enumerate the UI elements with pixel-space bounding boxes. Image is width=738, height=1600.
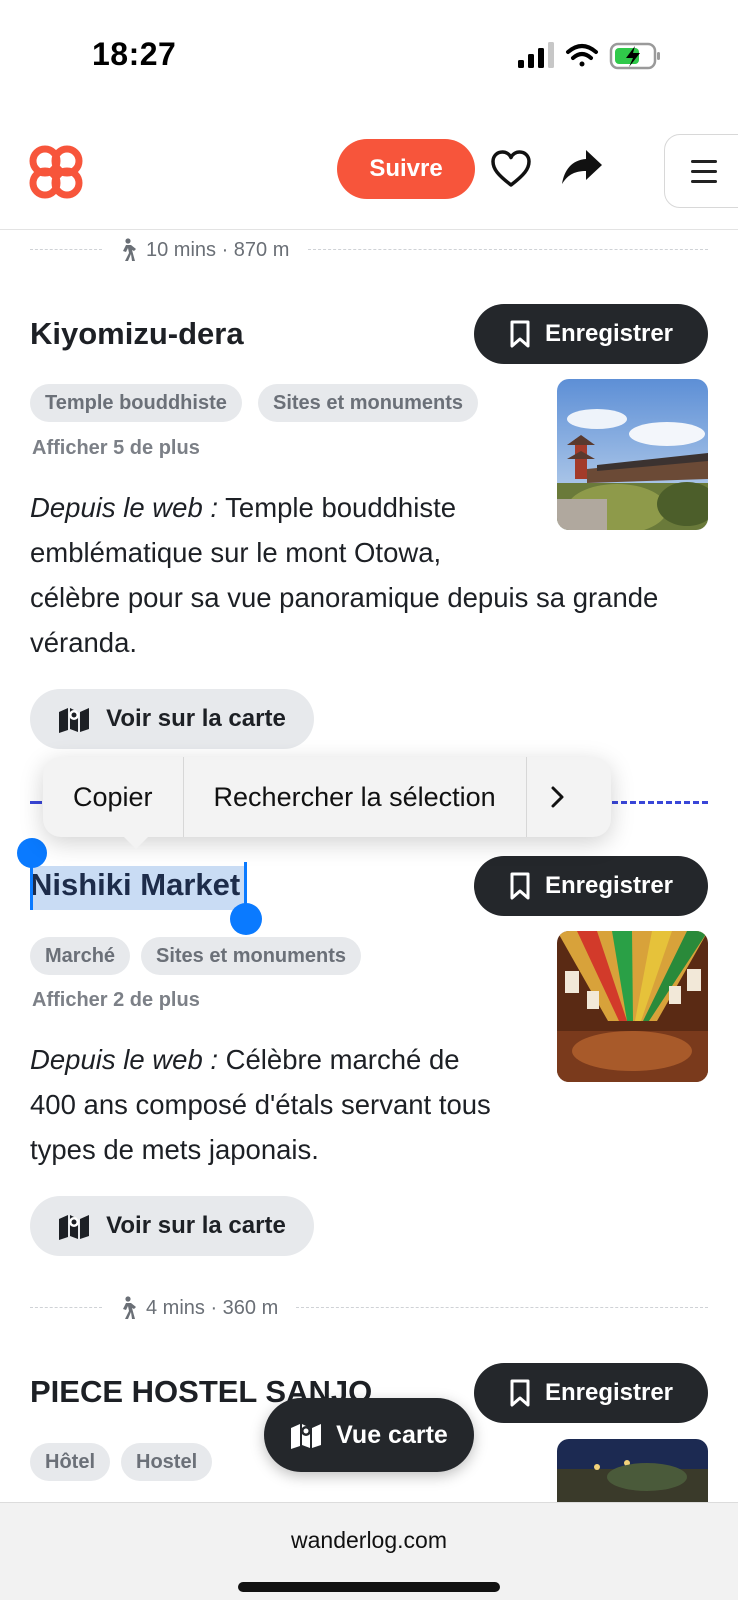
walk-divider: 10 mins · 870 m <box>30 238 708 262</box>
save-button[interactable]: Enregistrer <box>474 1363 708 1423</box>
category-tag: Marché <box>30 937 131 975</box>
walk-divider: 4 mins · 360 m <box>30 1296 708 1320</box>
site-header: Suivre <box>0 110 738 230</box>
view-on-map-button[interactable]: Voir sur la carte <box>30 689 314 749</box>
more-menu-item[interactable] <box>527 757 587 837</box>
lookup-menu-item[interactable]: Rechercher la sélection <box>184 757 527 837</box>
category-tag: Sites et monuments <box>258 384 479 422</box>
view-on-map-button[interactable]: Voir sur la carte <box>30 1196 314 1256</box>
status-bar: 18:27 <box>0 0 738 110</box>
chevron-right-icon <box>551 786 564 808</box>
signal-icon <box>518 42 554 68</box>
place-photo-nishiki[interactable] <box>557 931 708 1082</box>
bookmark-icon <box>510 320 530 348</box>
app-logo-icon[interactable] <box>28 144 84 200</box>
walk-label: 10 mins · 870 m <box>146 238 290 261</box>
menu-icon <box>691 160 717 183</box>
home-indicator[interactable] <box>238 1582 500 1592</box>
place-photo-hostel[interactable] <box>557 1439 708 1502</box>
bookmark-icon <box>510 872 530 900</box>
walking-icon <box>123 238 136 261</box>
place-description: Depuis le web : Temple bouddhiste emblém… <box>30 492 659 658</box>
category-tag: Temple bouddhiste <box>30 384 242 422</box>
menu-button[interactable] <box>664 134 738 208</box>
category-tag: Hôtel <box>30 1443 110 1481</box>
bookmark-icon <box>510 1379 530 1407</box>
save-button[interactable]: Enregistrer <box>474 856 708 916</box>
show-more-link[interactable]: Afficher 2 de plus <box>32 989 200 1012</box>
place-title[interactable]: Kiyomizu-dera <box>30 316 244 352</box>
show-more-link[interactable]: Afficher 5 de plus <box>32 437 200 460</box>
map-icon <box>291 1424 322 1449</box>
place-title[interactable]: Nishiki Market <box>30 867 240 903</box>
context-menu-pointer <box>122 835 150 849</box>
category-tag: Sites et monuments <box>141 937 362 975</box>
copy-menu-item[interactable]: Copier <box>43 757 184 837</box>
place-description: Depuis le web : Célèbre marché de 400 an… <box>30 1044 491 1165</box>
wifi-icon <box>566 44 598 67</box>
dashed-separator <box>30 801 42 804</box>
dashed-separator <box>612 801 708 804</box>
heart-icon[interactable] <box>490 149 532 189</box>
browser-bottom-bar: wanderlog.com <box>0 1502 738 1600</box>
walk-label: 4 mins · 360 m <box>146 1296 279 1319</box>
selection-handle-start-knob[interactable] <box>17 838 47 868</box>
map-icon <box>59 1215 90 1240</box>
status-time: 18:27 <box>92 36 177 72</box>
map-view-button[interactable]: Vue carte <box>264 1398 474 1472</box>
map-icon <box>59 708 90 733</box>
selection-handle-end-knob[interactable] <box>230 903 262 935</box>
walking-icon <box>123 1296 136 1319</box>
follow-button[interactable]: Suivre <box>337 139 475 199</box>
url-bar[interactable]: wanderlog.com <box>0 1527 738 1554</box>
text-selection-context-menu: Copier Rechercher la sélection <box>43 757 611 837</box>
status-icons <box>516 38 666 74</box>
battery-charging-icon <box>609 42 660 70</box>
share-icon[interactable] <box>560 148 604 188</box>
save-button[interactable]: Enregistrer <box>474 304 708 364</box>
category-tag: Hostel <box>121 1443 213 1481</box>
